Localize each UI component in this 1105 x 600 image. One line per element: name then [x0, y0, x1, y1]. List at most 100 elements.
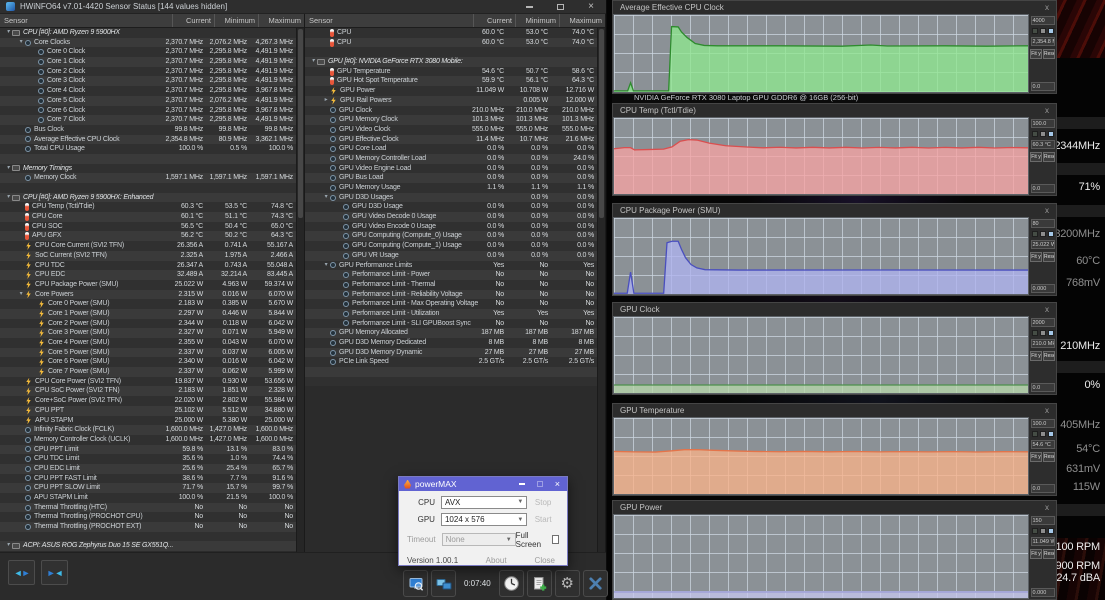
close-icon[interactable]: x — [1045, 407, 1049, 415]
sensor-row[interactable]: GPU Memory Allocated187 MB187 MB187 MB — [305, 328, 597, 338]
close-icon[interactable]: × — [588, 3, 594, 11]
color-swatch[interactable] — [1032, 431, 1038, 437]
color-swatch[interactable] — [1040, 231, 1046, 237]
sensor-row[interactable]: CPU SoC Power (SVI2 TFN)2.183 W1.851 W2.… — [0, 386, 296, 396]
sensor-group-row[interactable]: ▾CPU [#0]: AMD Ryzen 9 5900HX — [0, 28, 296, 38]
sensor-group-row[interactable]: ▾GPU [#0]: NVIDIA GeForce RTX 3080 Mobil… — [305, 57, 597, 67]
sensor-row[interactable]: CPU SOC56.5 °C50.4 °C65.0 °C — [0, 222, 296, 232]
sensor-row[interactable]: ▾GPU D3D Usages0.0 %0.0 % — [305, 193, 597, 203]
graph-titlebar[interactable]: CPU Temp (Tctl/Tdie)x — [613, 104, 1056, 117]
collapse-arrow-icon[interactable]: ▾ — [4, 541, 12, 551]
report-button[interactable] — [527, 570, 552, 597]
column-header-minimum[interactable]: Minimum — [515, 14, 559, 27]
move-value-in-button[interactable]: ►◄ — [41, 560, 68, 585]
sensor-row[interactable]: CPU Core Current (SVI2 TFN)26.356 A0.741… — [0, 241, 296, 251]
sensor-row[interactable]: GPU Core Load0.0 %0.0 %0.0 % — [305, 144, 597, 154]
sensor-row[interactable]: Core 1 Clock2,370.7 MHz2,295.8 MHz4,491.… — [0, 57, 296, 67]
sensor-row[interactable]: CPU EDC Limit25.6 %25.4 %65.7 % — [0, 464, 296, 474]
sensor-row[interactable]: APU STAPM Limit100.0 %21.5 %100.0 % — [0, 493, 296, 503]
remote-monitor-button[interactable] — [403, 570, 428, 597]
collapse-arrow-icon[interactable]: ▾ — [17, 290, 25, 300]
sensor-row[interactable]: ▾Core Clocks2,370.7 MHz2,076.2 MHz4,267.… — [0, 38, 296, 48]
sensor-row[interactable]: Core 6 Clock2,370.7 MHz2,295.8 MHz3,967.… — [0, 106, 296, 116]
sensor-row[interactable]: Core 3 Clock2,370.7 MHz2,295.8 MHz4,491.… — [0, 76, 296, 86]
sensor-row[interactable]: GPU VR Usage0.0 %0.0 %0.0 % — [305, 251, 597, 261]
sensor-row[interactable]: GPU Power11.049 W10.708 W12.716 W — [305, 86, 597, 96]
color-swatch[interactable] — [1032, 131, 1038, 137]
graph-titlebar[interactable]: GPU Clockx — [613, 303, 1056, 316]
sensor-row[interactable]: GPU Hot Spot Temperature59.9 °C56.1 °C64… — [305, 76, 597, 86]
scale-min-input[interactable]: 0.000 — [1031, 588, 1055, 597]
move-value-out-button[interactable]: ◄► — [8, 560, 35, 585]
color-swatch[interactable] — [1048, 330, 1054, 336]
sensor-row[interactable]: Core 2 Power (SMU)2.344 W0.118 W6.042 W — [0, 319, 296, 329]
sensor-group-row[interactable]: ▾ACPI: ASUS ROG Zephyrus Duo 15 SE GX551… — [0, 541, 296, 551]
sensor-row[interactable]: CPU60.0 °C53.0 °C74.0 °C — [305, 38, 597, 48]
start-button[interactable]: Start — [527, 515, 559, 524]
sensor-row[interactable]: Memory Clock1,597.1 MHz1,597.1 MHz1,597.… — [0, 173, 296, 183]
reset-button[interactable]: Reset — [1043, 351, 1055, 361]
color-swatch[interactable] — [1032, 528, 1038, 534]
expand-arrow-icon[interactable]: ▸ — [322, 96, 330, 106]
sensor-row[interactable]: Performance Limit - SLI GPUBoost SyncNoN… — [305, 319, 597, 329]
graph-titlebar[interactable]: CPU Package Power (SMU)x — [613, 204, 1056, 217]
color-swatch[interactable] — [1048, 431, 1054, 437]
sensor-row[interactable]: Core 0 Clock2,370.7 MHz2,295.8 MHz4,491.… — [0, 47, 296, 57]
sensor-row[interactable]: Core 1 Power (SMU)2.297 W0.446 W5.844 W — [0, 309, 296, 319]
sensor-row[interactable]: GPU Computing (Compute_0) Usage0.0 %0.0 … — [305, 231, 597, 241]
sensor-row[interactable]: CPU TDC Limit35.6 %1.0 %74.4 % — [0, 454, 296, 464]
sensor-row[interactable]: GPU D3D Usage0.0 %0.0 %0.0 % — [305, 202, 597, 212]
reset-button[interactable]: Reset — [1043, 49, 1055, 59]
sensor-row[interactable]: CPU Temp (Tctl/Tdie)60.3 °C53.5 °C74.8 °… — [0, 202, 296, 212]
sensor-row[interactable]: APU GFX56.2 °C50.2 °C64.3 °C — [0, 231, 296, 241]
collapse-arrow-icon[interactable]: ▾ — [322, 193, 330, 203]
sensor-row[interactable]: GPU Bus Load0.0 %0.0 %0.0 % — [305, 173, 597, 183]
color-swatch[interactable] — [1048, 528, 1054, 534]
color-swatch[interactable] — [1040, 330, 1046, 336]
close-icon[interactable]: x — [1045, 504, 1049, 512]
about-button[interactable]: About — [486, 556, 507, 565]
color-swatch[interactable] — [1048, 231, 1054, 237]
sensor-row[interactable]: Performance Limit - Reliability VoltageN… — [305, 290, 597, 300]
sensor-row[interactable]: ▸GPU Rail Powers0.005 W12.000 W — [305, 96, 597, 106]
sensor-row[interactable]: Average Effective CPU Clock2,354.8 MHz80… — [0, 135, 296, 145]
sensor-row[interactable]: GPU Computing (Compute_1) Usage0.0 %0.0 … — [305, 241, 597, 251]
color-swatch[interactable] — [1048, 131, 1054, 137]
sensor-row[interactable]: Bus Clock99.8 MHz99.8 MHz99.8 MHz — [0, 125, 296, 135]
color-swatch[interactable] — [1040, 528, 1046, 534]
sensor-row[interactable]: Performance Limit - UtilizationYesYesYes — [305, 309, 597, 319]
scrollbar-thumb[interactable] — [298, 29, 303, 218]
sensor-row[interactable]: PCIe Link Speed2.5 GT/s2.5 GT/s2.5 GT/s — [305, 357, 597, 367]
sensor-row[interactable]: Thermal Throttling (HTC)NoNoNo — [0, 503, 296, 513]
sensor-row[interactable]: CPU Core Power (SVI2 TFN)19.837 W0.930 W… — [0, 377, 296, 387]
gpu-test-select[interactable]: 1024 x 576 ▼ — [441, 513, 527, 526]
sensor-row[interactable]: Total CPU Usage100.0 %0.5 %100.0 % — [0, 144, 296, 154]
collapse-arrow-icon[interactable]: ▾ — [4, 164, 12, 174]
fullscreen-checkbox[interactable] — [552, 535, 560, 544]
sensor-row[interactable]: CPU PPT FAST Limit38.6 %7.7 %91.6 % — [0, 474, 296, 484]
graph-titlebar[interactable]: Average Effective CPU Clockx — [613, 1, 1056, 14]
sensor-row[interactable]: Core 5 Power (SMU)2.337 W0.037 W6.005 W — [0, 348, 296, 358]
sensor-row[interactable]: Memory Controller Clock (UCLK)1,600.0 MH… — [0, 435, 296, 445]
fit-y-button[interactable]: Fit y — [1030, 351, 1042, 361]
sensor-row[interactable]: GPU Clock210.0 MHz210.0 MHz210.0 MHz — [305, 106, 597, 116]
scale-max-input[interactable]: 100.0 — [1031, 419, 1055, 428]
scale-max-input[interactable]: 4000 — [1031, 16, 1055, 25]
scrollbar-thumb[interactable] — [599, 29, 604, 218]
color-swatch[interactable] — [1048, 28, 1054, 34]
scale-max-input[interactable]: 2000 — [1031, 318, 1055, 327]
sensor-row[interactable]: GPU D3D Memory Dynamic27 MB27 MB27 MB — [305, 348, 597, 358]
sensor-row[interactable]: CPU EDC32.489 A32.214 A83.445 A — [0, 270, 296, 280]
collapse-arrow-icon[interactable]: ▾ — [4, 28, 12, 38]
sensor-row[interactable]: GPU Video Engine Load0.0 %0.0 %0.0 % — [305, 164, 597, 174]
scrollbar[interactable] — [597, 28, 605, 552]
scale-min-input[interactable]: 0.0 — [1031, 484, 1055, 493]
reset-button[interactable]: Reset — [1043, 252, 1055, 262]
collapse-arrow-icon[interactable]: ▾ — [322, 261, 330, 271]
sensor-row[interactable]: Core 4 Clock2,370.7 MHz2,295.8 MHz3,967.… — [0, 86, 296, 96]
collapse-arrow-icon[interactable]: ▾ — [309, 57, 317, 67]
sensor-row[interactable]: GPU Memory Usage1.1 %1.1 %1.1 % — [305, 183, 597, 193]
sensor-row[interactable]: Core 6 Power (SMU)2.340 W0.016 W6.042 W — [0, 357, 296, 367]
table-header[interactable]: SensorCurrentMinimumMaximum — [0, 14, 304, 28]
fit-y-button[interactable]: Fit y — [1030, 49, 1042, 59]
